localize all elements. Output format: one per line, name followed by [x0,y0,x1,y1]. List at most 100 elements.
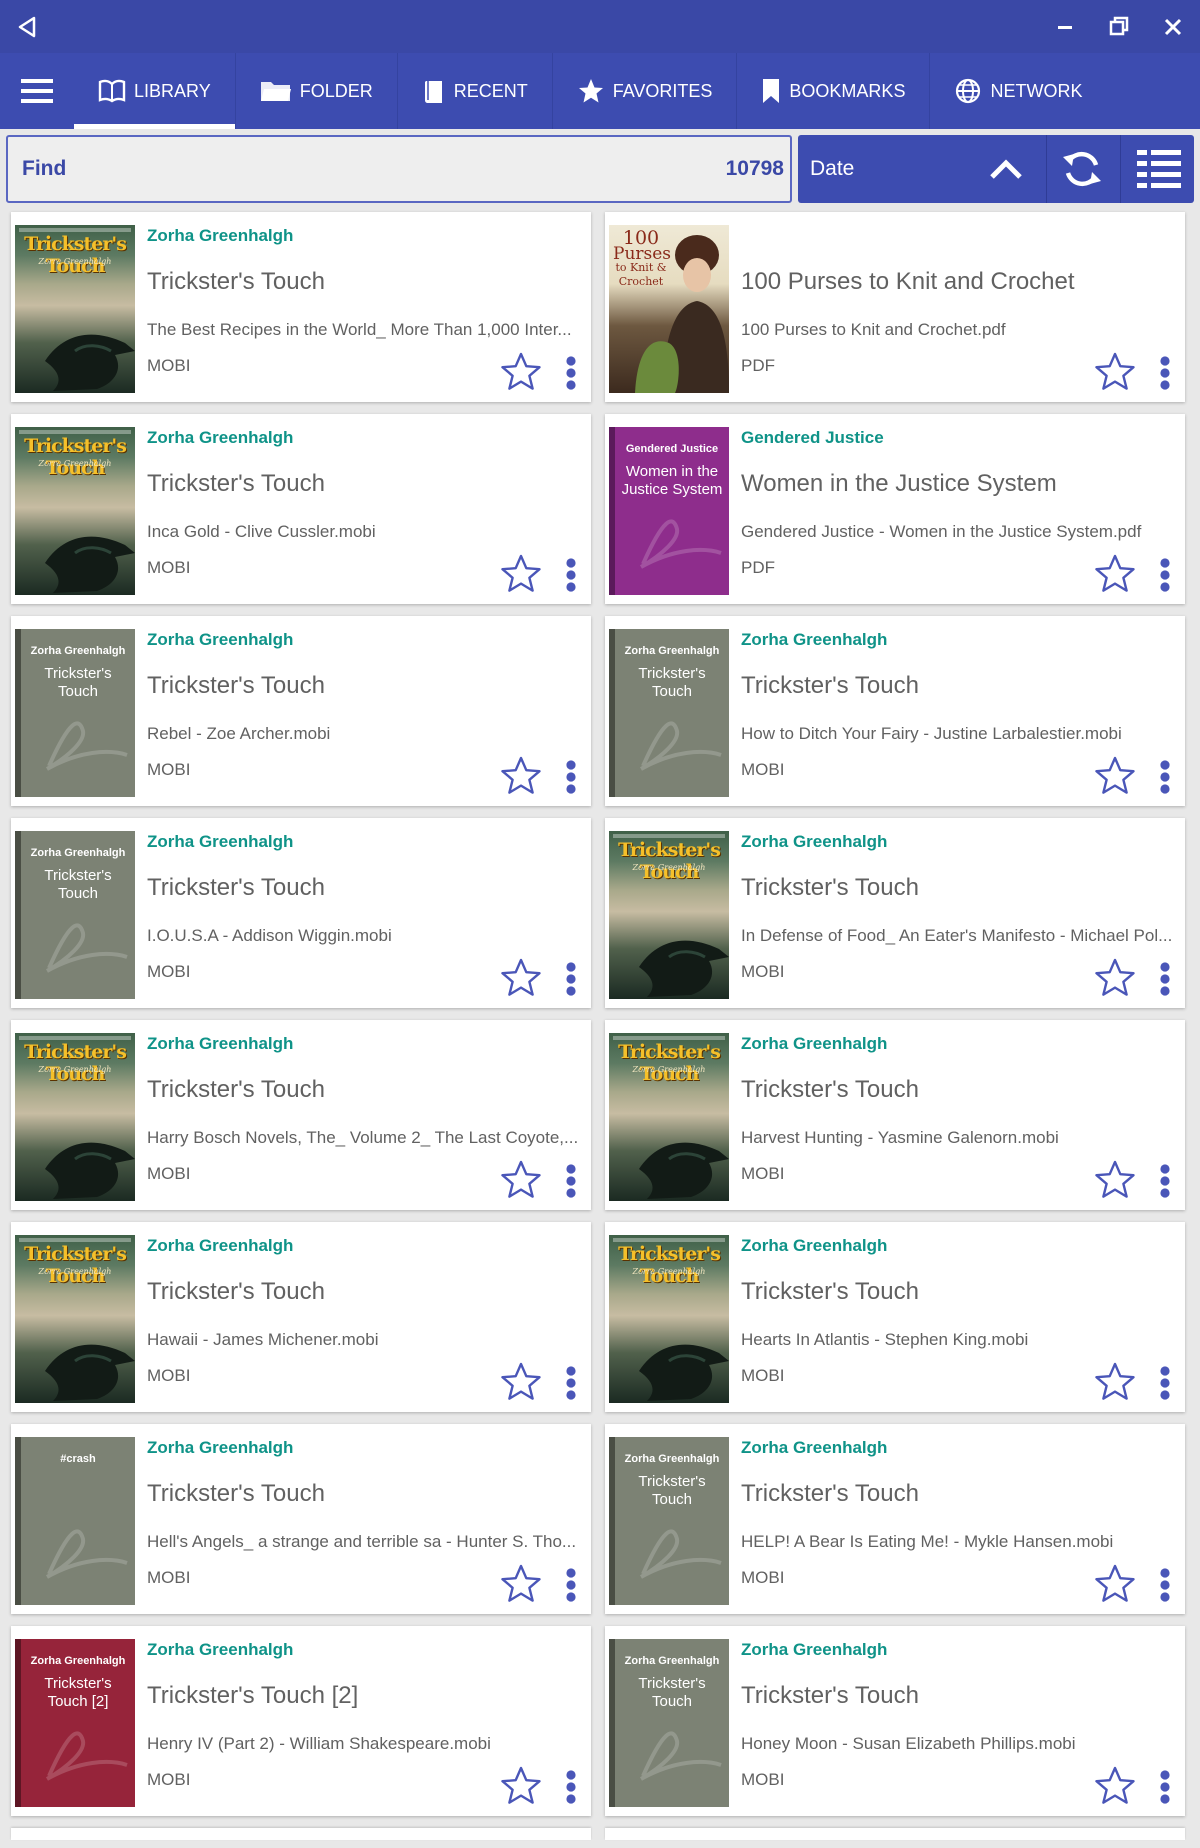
book-cover[interactable]: #crash [15,1437,135,1605]
favorite-star-icon[interactable] [1095,554,1135,592]
book-format: MOBI [741,1366,785,1385]
favorite-star-icon[interactable] [1095,1160,1135,1198]
book-author: Zorha Greenhalgh [741,1236,888,1255]
more-options-icon[interactable] [1159,760,1171,794]
find-input[interactable]: Find 10798 [6,135,792,203]
book-cover[interactable]: Zorha Greenhalgh Trickster's Touch [609,1437,729,1605]
book-title: Trickster's Touch [147,874,325,901]
book-author: Zorha Greenhalgh [147,630,294,649]
book-card-partial[interactable] [605,1828,1185,1840]
favorite-star-icon[interactable] [501,1160,541,1198]
more-options-icon[interactable] [1159,356,1171,390]
tab-folder[interactable]: FOLDER [236,53,398,129]
favorite-star-icon[interactable] [1095,1766,1135,1804]
favorite-star-icon[interactable] [1095,1362,1135,1400]
book-card[interactable]: #crash Zorha Greenhalgh Trickster's Touch H… [11,1424,591,1614]
book-card[interactable]: Trickster's Touch Zorra Greenhalgh Zorha G… [11,414,591,604]
favorite-star-icon[interactable] [1095,1564,1135,1602]
more-options-icon[interactable] [1159,1366,1171,1400]
book-card[interactable]: Gendered Justice Women in the Justice Sys… [605,414,1185,604]
favorite-star-icon[interactable] [501,756,541,794]
favorite-star-icon[interactable] [501,958,541,996]
favorite-star-icon[interactable] [501,554,541,592]
book-cover[interactable]: Trickster's Touch Zorra Greenhalgh [609,1235,729,1403]
book-cover[interactable]: Zorha Greenhalgh Trickster's Touch [15,831,135,999]
book-cover[interactable]: Trickster's Touch Zorra Greenhalgh [15,427,135,595]
favorite-star-icon[interactable] [501,1564,541,1602]
tab-library[interactable]: LIBRARY [74,53,236,129]
cover-title: Trickster's Touch [44,867,112,902]
book-author: Zorha Greenhalgh [147,1034,294,1053]
favorite-star-icon[interactable] [1095,756,1135,794]
more-options-icon[interactable] [1159,1568,1171,1602]
favorite-star-icon[interactable] [501,1766,541,1804]
book-card[interactable]: Trickster's Touch Zorra Greenhalgh Zorha G… [605,1222,1185,1412]
favorite-star-icon[interactable] [501,352,541,390]
sort-ascending-icon[interactable] [986,149,1026,189]
book-cover[interactable]: Zorha Greenhalgh Trickster's Touch [609,629,729,797]
book-card[interactable]: Zorha Greenhalgh Trickster's Touch Zorha G… [605,1424,1185,1614]
book-cover[interactable]: Zorha Greenhalgh Trickster's Touch [2] [15,1639,135,1807]
sort-toolbar: Date [798,135,1194,203]
more-options-icon[interactable] [1159,1770,1171,1804]
more-options-icon[interactable] [565,1366,577,1400]
book-card[interactable]: Trickster's Touch Zorra Greenhalgh Zorha G… [11,212,591,402]
favorite-star-icon[interactable] [1095,958,1135,996]
close-icon[interactable] [1158,12,1188,42]
back-icon[interactable] [14,14,40,40]
tab-favorites[interactable]: FAVORITES [553,53,738,129]
book-card[interactable]: Trickster's Touch Zorra Greenhalgh Zorha G… [605,818,1185,1008]
book-card[interactable]: Trickster's Touch Zorra Greenhalgh Zorha G… [11,1020,591,1210]
restore-icon[interactable] [1104,12,1134,42]
book-card[interactable]: 100 Purses to Knit & Crochet 100 Purses to K… [605,212,1185,402]
favorite-star-icon[interactable] [501,1362,541,1400]
book-cover[interactable]: Zorha Greenhalgh Trickster's Touch [609,1639,729,1807]
tab-network[interactable]: NETWORK [930,53,1106,129]
book-cover[interactable]: 100 Purses to Knit & Crochet [609,225,729,393]
divider [1046,135,1047,203]
cover-title: Trickster's Touch [618,1243,721,1287]
hamburger-menu-button[interactable] [0,53,74,129]
book-cover[interactable]: Trickster's Touch Zorra Greenhalgh [15,1033,135,1201]
book-card[interactable]: Trickster's Touch Zorra Greenhalgh Zorha G… [605,1020,1185,1210]
book-card[interactable]: Zorha Greenhalgh Trickster's Touch Zorha G… [605,1626,1185,1816]
more-options-icon[interactable] [565,1568,577,1602]
more-options-icon[interactable] [565,962,577,996]
book-filename: How to Ditch Your Fairy - Justine Larbal… [741,724,1122,743]
book-filename: Gendered Justice - Women in the Justice … [741,522,1142,541]
cover-title: Trickster's Touch [638,1675,706,1710]
book-cover[interactable]: Trickster's Touch Zorra Greenhalgh [15,225,135,393]
cover-author: Zorra Greenhalgh [38,1065,112,1074]
list-view-icon[interactable] [1136,147,1182,191]
more-options-icon[interactable] [1159,962,1171,996]
cover-title: Trickster's Touch [618,1041,721,1085]
favorite-star-icon[interactable] [1095,352,1135,390]
tab-recent[interactable]: RECENT [398,53,553,129]
book-card[interactable]: Zorha Greenhalgh Trickster's Touch [2] Zor… [11,1626,591,1816]
more-options-icon[interactable] [565,1164,577,1198]
cover-title: Trickster's Touch [24,435,127,479]
more-options-icon[interactable] [1159,1164,1171,1198]
more-options-icon[interactable] [565,760,577,794]
more-options-icon[interactable] [565,558,577,592]
more-options-icon[interactable] [1159,558,1171,592]
more-options-icon[interactable] [565,356,577,390]
book-cover[interactable]: Trickster's Touch Zorra Greenhalgh [15,1235,135,1403]
book-cover[interactable]: Gendered Justice Women in the Justice Sys… [609,427,729,595]
book-card-partial[interactable] [11,1828,591,1840]
minimize-icon[interactable] [1050,12,1080,42]
book-format: MOBI [147,558,191,577]
more-options-icon[interactable] [565,1770,577,1804]
book-card[interactable]: Zorha Greenhalgh Trickster's Touch Zorha G… [11,818,591,1008]
refresh-icon[interactable] [1060,147,1104,191]
tab-bookmarks[interactable]: BOOKMARKS [737,53,931,129]
book-cover[interactable]: Trickster's Touch Zorra Greenhalgh [609,831,729,999]
book-filename: Honey Moon - Susan Elizabeth Phillips.mo… [741,1734,1076,1753]
book-cover[interactable]: Zorha Greenhalgh Trickster's Touch [15,629,135,797]
book-card[interactable]: Trickster's Touch Zorra Greenhalgh Zorha G… [11,1222,591,1412]
book-cover[interactable]: Trickster's Touch Zorra Greenhalgh [609,1033,729,1201]
book-title: Trickster's Touch [2] [147,1682,359,1709]
book-card[interactable]: Zorha Greenhalgh Trickster's Touch Zorha G… [605,616,1185,806]
book-card[interactable]: Zorha Greenhalgh Trickster's Touch Zorha G… [11,616,591,806]
sort-field-selector[interactable]: Date [810,157,854,181]
